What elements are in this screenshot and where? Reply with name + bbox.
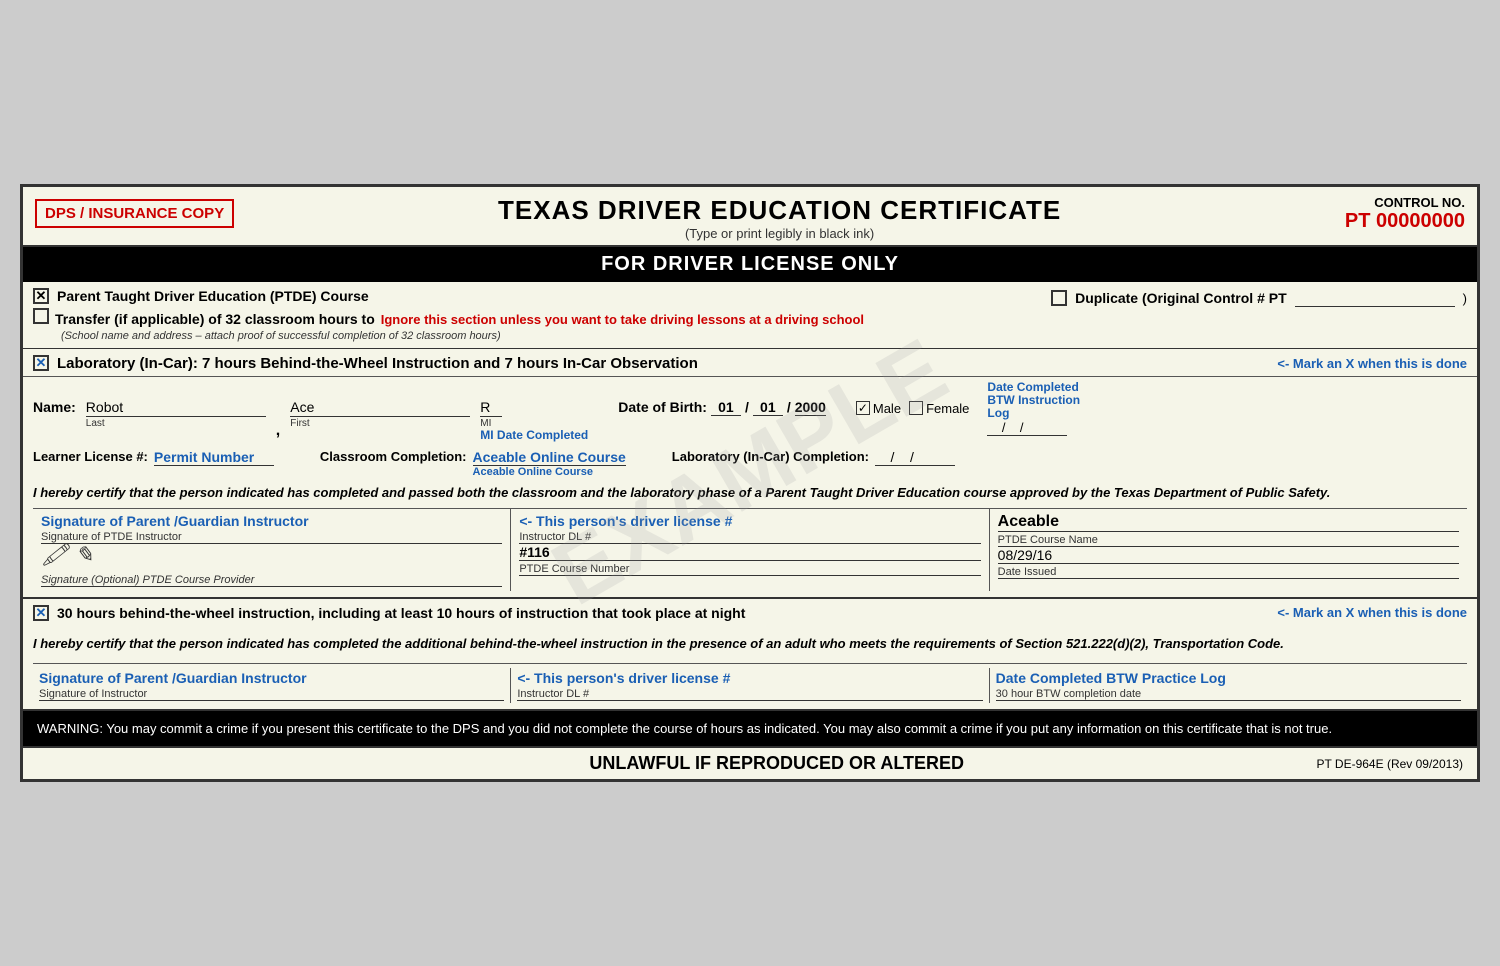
learner-value: Permit Number <box>154 449 274 466</box>
male-option: Male <box>856 401 901 416</box>
btw-date-completed-label: 30 hour BTW completion date <box>996 688 1461 701</box>
btw-date-completed-label: Date Completed <box>987 381 1078 394</box>
lab-completion-label: Laboratory (In-Car) Completion: <box>672 449 869 464</box>
name-colon: Name: <box>33 399 76 415</box>
lab-checkbox[interactable] <box>33 355 49 371</box>
btw-checkbox[interactable] <box>33 605 49 621</box>
control-number: PT 00000000 <box>1305 210 1465 233</box>
control-number-block: CONTROL NO. PT 00000000 <box>1305 195 1465 233</box>
warning-section: WARNING: You may commit a crime if you p… <box>23 711 1477 747</box>
male-checkbox[interactable] <box>856 401 870 415</box>
sig-ptde-col: Aceable PTDE Course Name 08/29/16 Date I… <box>990 509 1467 591</box>
female-option: Female <box>909 401 969 416</box>
btw-date-completed-blue: Date Completed BTW Practice Log <box>996 670 1461 686</box>
duplicate-end: ) <box>1463 291 1467 306</box>
last-name-value: Robot <box>86 399 266 417</box>
sig-instructor-col: Signature of Parent /Guardian Instructor… <box>33 509 511 591</box>
footer-center-text: UNLAWFUL IF REPRODUCED OR ALTERED <box>237 753 1316 774</box>
btw-section: 30 hours behind-the-wheel instruction, i… <box>23 599 1477 711</box>
duplicate-checkbox[interactable] <box>1051 290 1067 306</box>
classroom-label: Classroom Completion: <box>320 449 467 464</box>
sig-dl-col: <- This person's driver license # Instru… <box>511 509 989 591</box>
btw-instruction-log: BTW Instruction <box>987 394 1080 407</box>
last-name-label: Last <box>86 418 105 429</box>
transfer-checkbox[interactable] <box>33 308 49 324</box>
title-center: TEXAS DRIVER EDUCATION CERTIFICATE (Type… <box>254 195 1305 241</box>
footer-right-text: PT DE-964E (Rev 09/2013) <box>1316 757 1463 771</box>
dob-month: 01 <box>711 399 741 416</box>
main-title: TEXAS DRIVER EDUCATION CERTIFICATE <box>254 195 1305 226</box>
name-dob-row: Name: Robot Last , Ace First R <box>33 381 1467 443</box>
btw-certify-text: I hereby certify that the person indicat… <box>33 635 1467 653</box>
btw-instructor-dl-blue: <- This person's driver license # <box>517 670 982 686</box>
dps-badge: DPS / INSURANCE COPY <box>35 199 234 228</box>
ptde-course-number-label: PTDE Course Number <box>519 563 980 576</box>
sig-section: Signature of Parent /Guardian Instructor… <box>33 508 1467 591</box>
first-name-value: Ace <box>290 399 470 417</box>
aceable-date-note: Aceable Online Course <box>473 466 593 478</box>
lab-section: EXAMPLE Laboratory (In-Car): 7 hours Beh… <box>23 349 1477 599</box>
btw-sig-instructor-col: Signature of Parent /Guardian Instructor… <box>33 668 511 703</box>
female-checkbox[interactable] <box>909 401 923 415</box>
date-issued-value: 08/29/16 <box>998 547 1459 564</box>
lab-body: Name: Robot Last , Ace First R <box>23 377 1477 597</box>
sig-instructor-blue: Signature of Parent /Guardian Instructor <box>41 513 502 529</box>
btw-sig-section: Signature of Parent /Guardian Instructor… <box>33 663 1467 709</box>
lab-mark-note: <- Mark an X when this is done <box>1277 356 1467 371</box>
btw-sig-dl-col: <- This person's driver license # Instru… <box>511 668 989 703</box>
ptde-course-name-label: PTDE Course Name <box>998 534 1459 547</box>
lab-header: Laboratory (In-Car): 7 hours Behind-the-… <box>23 349 1477 377</box>
certify-text: I hereby certify that the person indicat… <box>33 484 1467 502</box>
learner-row: Learner License #: Permit Number Classro… <box>33 449 1467 478</box>
mi-date-completed-label: MI Date Completed <box>480 429 588 442</box>
btw-instructor-dl-label: Instructor DL # <box>517 688 982 701</box>
transfer-red-note: Ignore this section unless you want to t… <box>381 312 864 327</box>
top-checkboxes-section: Parent Taught Driver Education (PTDE) Co… <box>23 282 1477 349</box>
mi-value: R <box>480 399 502 417</box>
date-issued-label: Date Issued <box>998 566 1459 579</box>
dob-group: Date of Birth: 01 / 01 / 2000 <box>618 399 826 416</box>
main-banner: FOR DRIVER LICENSE ONLY <box>23 247 1477 282</box>
ptde-course-name-value: Aceable <box>998 513 1459 532</box>
warning-text: WARNING: You may commit a crime if you p… <box>37 721 1332 736</box>
last-name-field: Robot Last <box>86 399 266 429</box>
first-name-field: Ace First <box>290 399 470 429</box>
title-subtitle: (Type or print legibly in black ink) <box>254 226 1305 241</box>
btw-header: 30 hours behind-the-wheel instruction, i… <box>23 599 1477 625</box>
btw-sig-instructor-label: Signature of Instructor <box>39 688 504 701</box>
lab-header-text: Laboratory (In-Car): 7 hours Behind-the-… <box>57 355 1269 372</box>
school-note: (School name and address – attach proof … <box>61 330 501 342</box>
btw-date-col: Date Completed BTW Practice Log 30 hour … <box>990 668 1467 703</box>
btw-mark-note: <- Mark an X when this is done <box>1277 605 1467 620</box>
sig-instructor-label: Signature of PTDE Instructor <box>41 531 502 544</box>
gender-group: Male Female Date Completed BTW Instructi… <box>856 381 1080 437</box>
male-label: Male <box>873 401 901 416</box>
btw-sig-instructor-blue: Signature of Parent /Guardian Instructor <box>39 670 504 686</box>
female-label: Female <box>926 401 969 416</box>
instructor-dl-label: Instructor DL # <box>519 531 980 544</box>
ptde-checkbox[interactable] <box>33 288 49 304</box>
dob-label: Date of Birth: <box>618 399 707 415</box>
sig-instructor-image: 🖍 ✎ <box>41 544 502 574</box>
learner-label: Learner License #: <box>33 449 148 464</box>
duplicate-label: Duplicate (Original Control # PT <box>1075 290 1287 306</box>
mi-date-block: R MI MI Date Completed <box>480 399 588 442</box>
btw-date-field[interactable]: / / <box>987 420 1023 435</box>
lab-completion-field[interactable]: / / <box>875 449 955 466</box>
instructor-dl-blue: <- This person's driver license # <box>519 513 980 529</box>
duplicate-field[interactable] <box>1295 290 1455 307</box>
btw-header-text: 30 hours behind-the-wheel instruction, i… <box>57 605 1269 621</box>
certificate-header: DPS / INSURANCE COPY TEXAS DRIVER EDUCAT… <box>23 187 1477 247</box>
classroom-value: Aceable Online Course <box>473 449 626 466</box>
sig-provider-label: Signature (Optional) PTDE Course Provide… <box>41 574 502 587</box>
transfer-label: Transfer (if applicable) of 32 classroom… <box>55 311 375 327</box>
control-label: CONTROL NO. <box>1305 195 1465 210</box>
footer-bar: UNLAWFUL IF REPRODUCED OR ALTERED PT DE-… <box>23 746 1477 779</box>
dob-year: 2000 <box>795 399 826 416</box>
dob-day: 01 <box>753 399 783 416</box>
btw-log-label: Log <box>987 407 1009 420</box>
instructor-dl-value: #116 <box>519 544 980 561</box>
first-name-label: First <box>290 418 309 429</box>
ptde-label: Parent Taught Driver Education (PTDE) Co… <box>57 288 369 304</box>
